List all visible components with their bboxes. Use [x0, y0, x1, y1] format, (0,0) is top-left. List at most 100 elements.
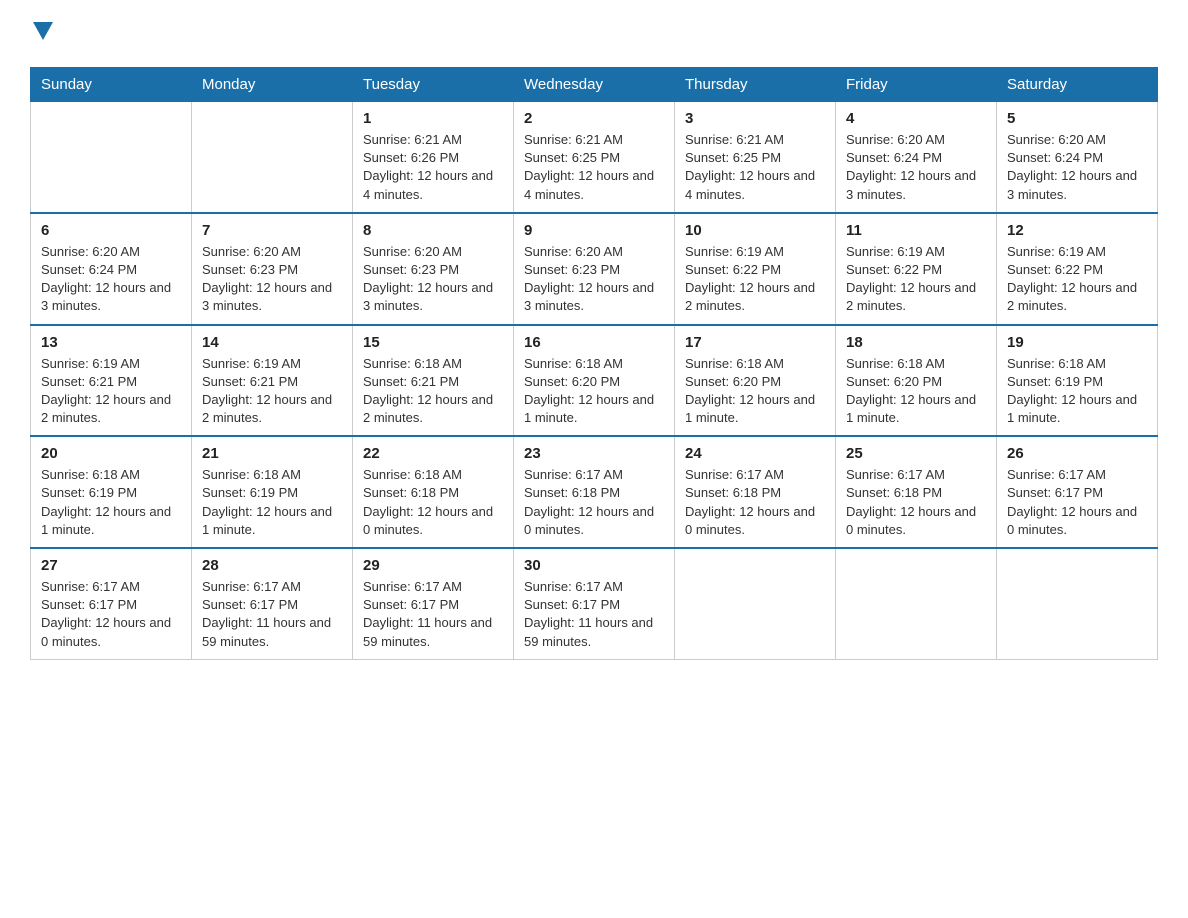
- sunset-text: Sunset: 6:18 PM: [685, 484, 825, 502]
- calendar-cell: 5Sunrise: 6:20 AMSunset: 6:24 PMDaylight…: [997, 102, 1158, 213]
- day-number: 14: [202, 334, 342, 351]
- day-number: 27: [41, 557, 181, 574]
- calendar-cell: 11Sunrise: 6:19 AMSunset: 6:22 PMDayligh…: [836, 213, 997, 325]
- day-number: 3: [685, 110, 825, 127]
- calendar-cell: 16Sunrise: 6:18 AMSunset: 6:20 PMDayligh…: [514, 325, 675, 437]
- sunset-text: Sunset: 6:24 PM: [846, 149, 986, 167]
- logo: [30, 20, 53, 47]
- calendar-cell: 17Sunrise: 6:18 AMSunset: 6:20 PMDayligh…: [675, 325, 836, 437]
- sunset-text: Sunset: 6:17 PM: [524, 596, 664, 614]
- daylight-text: Daylight: 12 hours and 1 minute.: [1007, 391, 1147, 427]
- sunset-text: Sunset: 6:17 PM: [1007, 484, 1147, 502]
- daylight-text: Daylight: 12 hours and 2 minutes.: [363, 391, 503, 427]
- day-number: 2: [524, 110, 664, 127]
- column-header-friday: Friday: [836, 68, 997, 102]
- sunset-text: Sunset: 6:22 PM: [685, 261, 825, 279]
- calendar-cell: 28 Sunrise: 6:17 AMSunset: 6:17 PMDayligh…: [192, 548, 353, 659]
- column-header-wednesday: Wednesday: [514, 68, 675, 102]
- sunrise-text: Sunrise: 6:20 AM: [846, 131, 986, 149]
- daylight-text: Daylight: 12 hours and 3 minutes.: [363, 279, 503, 315]
- day-number: 13: [41, 334, 181, 351]
- sunrise-text: Sunrise: 6:17 AM: [202, 578, 342, 596]
- sunset-text: Sunset: 6:19 PM: [1007, 373, 1147, 391]
- daylight-text: Daylight: 12 hours and 1 minute.: [846, 391, 986, 427]
- day-number: 23: [524, 445, 664, 462]
- sunrise-text: Sunrise: 6:20 AM: [363, 243, 503, 261]
- sunset-text: Sunset: 6:19 PM: [41, 484, 181, 502]
- sunrise-text: Sunrise: 6:18 AM: [41, 466, 181, 484]
- day-number: 18: [846, 334, 986, 351]
- calendar-cell: 21Sunrise: 6:18 AMSunset: 6:19 PMDayligh…: [192, 436, 353, 548]
- column-header-sunday: Sunday: [31, 68, 192, 102]
- day-number: 8: [363, 222, 503, 239]
- calendar-cell: 20Sunrise: 6:18 AMSunset: 6:19 PMDayligh…: [31, 436, 192, 548]
- calendar-cell: 9Sunrise: 6:20 AMSunset: 6:23 PMDaylight…: [514, 213, 675, 325]
- sunset-text: Sunset: 6:18 PM: [846, 484, 986, 502]
- calendar-cell: 22Sunrise: 6:18 AMSunset: 6:18 PMDayligh…: [353, 436, 514, 548]
- daylight-text: Daylight: 12 hours and 2 minutes.: [41, 391, 181, 427]
- sunrise-text: Sunrise: 6:18 AM: [1007, 355, 1147, 373]
- sunset-text: Sunset: 6:25 PM: [524, 149, 664, 167]
- day-number: 11: [846, 222, 986, 239]
- calendar-cell: 15Sunrise: 6:18 AMSunset: 6:21 PMDayligh…: [353, 325, 514, 437]
- sunrise-text: Sunrise: 6:21 AM: [685, 131, 825, 149]
- sunrise-text: Sunrise: 6:21 AM: [363, 131, 503, 149]
- daylight-text: Daylight: 12 hours and 0 minutes.: [524, 503, 664, 539]
- sunrise-text: Sunrise: 6:19 AM: [1007, 243, 1147, 261]
- sunset-text: Sunset: 6:21 PM: [202, 373, 342, 391]
- calendar-cell: 10Sunrise: 6:19 AMSunset: 6:22 PMDayligh…: [675, 213, 836, 325]
- daylight-text: Daylight: 12 hours and 0 minutes.: [685, 503, 825, 539]
- day-number: 28: [202, 557, 342, 574]
- calendar-cell: [675, 548, 836, 659]
- daylight-text: Daylight: 11 hours and 59 minutes.: [363, 614, 503, 650]
- column-header-monday: Monday: [192, 68, 353, 102]
- daylight-text: Daylight: 12 hours and 3 minutes.: [846, 167, 986, 203]
- week-row-3: 13Sunrise: 6:19 AMSunset: 6:21 PMDayligh…: [31, 325, 1158, 437]
- calendar-cell: 2Sunrise: 6:21 AMSunset: 6:25 PMDaylight…: [514, 102, 675, 213]
- logo-triangle-icon: [33, 22, 53, 42]
- calendar-cell: 27 Sunrise: 6:17 AMSunset: 6:17 PMDayligh…: [31, 548, 192, 659]
- week-row-5: 27Sunrise: 6:17 AMSunset: 6:17 PMDayligh…: [31, 548, 1158, 659]
- daylight-text: Daylight: 12 hours and 2 minutes.: [202, 391, 342, 427]
- calendar-cell: 26Sunrise: 6:17 AMSunset: 6:17 PMDayligh…: [997, 436, 1158, 548]
- day-number: 29: [363, 557, 503, 574]
- calendar-cell: 14Sunrise: 6:19 AMSunset: 6:21 PMDayligh…: [192, 325, 353, 437]
- daylight-text: Daylight: 12 hours and 4 minutes.: [363, 167, 503, 203]
- week-row-1: 1Sunrise: 6:21 AMSunset: 6:26 PMDaylight…: [31, 102, 1158, 213]
- daylight-text: Daylight: 12 hours and 2 minutes.: [685, 279, 825, 315]
- calendar-cell: 23Sunrise: 6:17 AMSunset: 6:18 PMDayligh…: [514, 436, 675, 548]
- calendar-cell: [31, 102, 192, 213]
- calendar-cell: 6Sunrise: 6:20 AMSunset: 6:24 PMDaylight…: [31, 213, 192, 325]
- day-number: 26: [1007, 445, 1147, 462]
- sunset-text: Sunset: 6:23 PM: [524, 261, 664, 279]
- sunrise-text: Sunrise: 6:19 AM: [41, 355, 181, 373]
- daylight-text: Daylight: 12 hours and 3 minutes.: [41, 279, 181, 315]
- sunset-text: Sunset: 6:17 PM: [41, 596, 181, 614]
- calendar-cell: 30Sunrise: 6:17 AMSunset: 6:17 PMDayligh…: [514, 548, 675, 659]
- sunset-text: Sunset: 6:23 PM: [202, 261, 342, 279]
- sunset-text: Sunset: 6:21 PM: [41, 373, 181, 391]
- sunrise-text: Sunrise: 6:17 AM: [41, 578, 181, 596]
- daylight-text: Daylight: 12 hours and 1 minute.: [685, 391, 825, 427]
- sunset-text: Sunset: 6:25 PM: [685, 149, 825, 167]
- sunrise-text: Sunrise: 6:17 AM: [846, 466, 986, 484]
- sunset-text: Sunset: 6:17 PM: [202, 596, 342, 614]
- day-number: 15: [363, 334, 503, 351]
- sunset-text: Sunset: 6:17 PM: [363, 596, 503, 614]
- sunset-text: Sunset: 6:24 PM: [1007, 149, 1147, 167]
- daylight-text: Daylight: 11 hours and 59 minutes.: [202, 614, 342, 650]
- day-number: 9: [524, 222, 664, 239]
- sunrise-text: Sunrise: 6:18 AM: [524, 355, 664, 373]
- daylight-text: Daylight: 12 hours and 0 minutes.: [1007, 503, 1147, 539]
- sunset-text: Sunset: 6:20 PM: [846, 373, 986, 391]
- column-header-saturday: Saturday: [997, 68, 1158, 102]
- sunset-text: Sunset: 6:19 PM: [202, 484, 342, 502]
- day-number: 5: [1007, 110, 1147, 127]
- daylight-text: Daylight: 12 hours and 3 minutes.: [1007, 167, 1147, 203]
- sunset-text: Sunset: 6:22 PM: [846, 261, 986, 279]
- column-header-thursday: Thursday: [675, 68, 836, 102]
- daylight-text: Daylight: 12 hours and 0 minutes.: [41, 614, 181, 650]
- sunrise-text: Sunrise: 6:18 AM: [363, 355, 503, 373]
- daylight-text: Daylight: 12 hours and 2 minutes.: [1007, 279, 1147, 315]
- sunrise-text: Sunrise: 6:17 AM: [685, 466, 825, 484]
